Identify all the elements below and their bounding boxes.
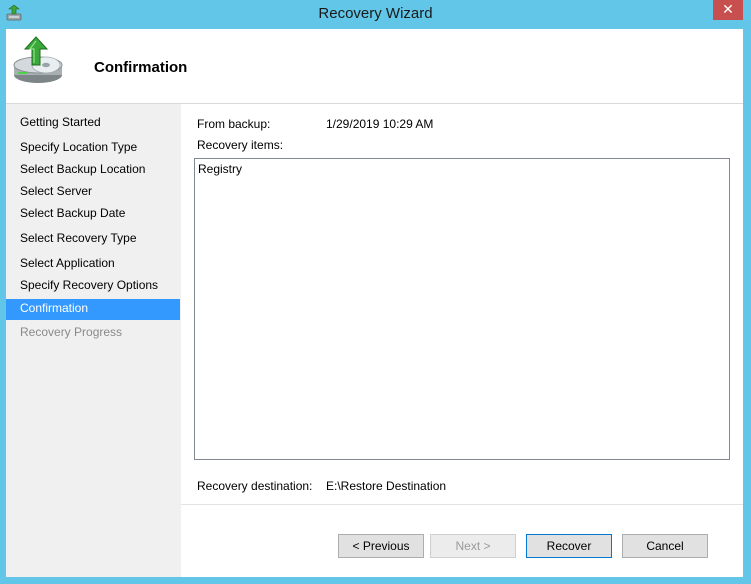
recovery-destination-value: E:\Restore Destination <box>326 479 447 493</box>
from-backup-value: 1/29/2019 10:29 AM <box>326 117 434 131</box>
nav-step-recovery-progress: Recovery Progress <box>20 325 123 339</box>
nav-step-select-backup-date[interactable]: Select Backup Date <box>6 204 180 225</box>
nav-step-specify-location-type[interactable]: Specify Location Type <box>6 138 180 159</box>
nav-step-confirmation[interactable]: Confirmation <box>6 299 180 320</box>
nav-step-select-backup-location[interactable]: Select Backup Location <box>6 160 180 181</box>
wizard-client-area: Confirmation Getting Started Specify Loc… <box>6 29 743 577</box>
previous-button[interactable]: < Previous <box>338 534 424 558</box>
nav-step-select-application[interactable]: Select Application <box>6 254 180 275</box>
list-item[interactable]: Registry <box>198 162 242 176</box>
recovery-items-list[interactable]: Registry <box>194 158 730 460</box>
from-backup-label: From backup: <box>197 117 271 131</box>
nav-step-select-recovery-type[interactable]: Select Recovery Type <box>6 229 180 250</box>
confirmation-panel: From backup: 1/29/2019 10:29 AM Recovery… <box>181 104 743 577</box>
wizard-header: Confirmation <box>6 29 743 103</box>
title-bar[interactable]: Recovery Wizard ✕ <box>0 0 751 28</box>
next-button[interactable]: Next > <box>430 534 516 558</box>
nav-step-getting-started[interactable]: Getting Started <box>6 113 180 134</box>
recovery-destination-label: Recovery destination: <box>197 479 313 493</box>
backup-disk-icon <box>13 36 63 83</box>
window-title: Recovery Wizard <box>318 5 433 22</box>
nav-step-select-server[interactable]: Select Server <box>6 182 180 203</box>
recovery-wizard-window: Recovery Wizard ✕ Confirmation Getting S… <box>0 0 751 584</box>
wizard-steps-nav: Getting Started Specify Location Type Se… <box>6 104 180 577</box>
nav-step-specify-recovery-options[interactable]: Specify Recovery Options <box>6 276 180 297</box>
cancel-button[interactable]: Cancel <box>622 534 708 558</box>
recover-button[interactable]: Recover <box>526 534 612 558</box>
page-title: Confirmation <box>94 59 188 76</box>
footer-divider <box>181 504 743 505</box>
recovery-items-label: Recovery items: <box>197 138 284 152</box>
close-button[interactable]: ✕ <box>713 0 743 20</box>
